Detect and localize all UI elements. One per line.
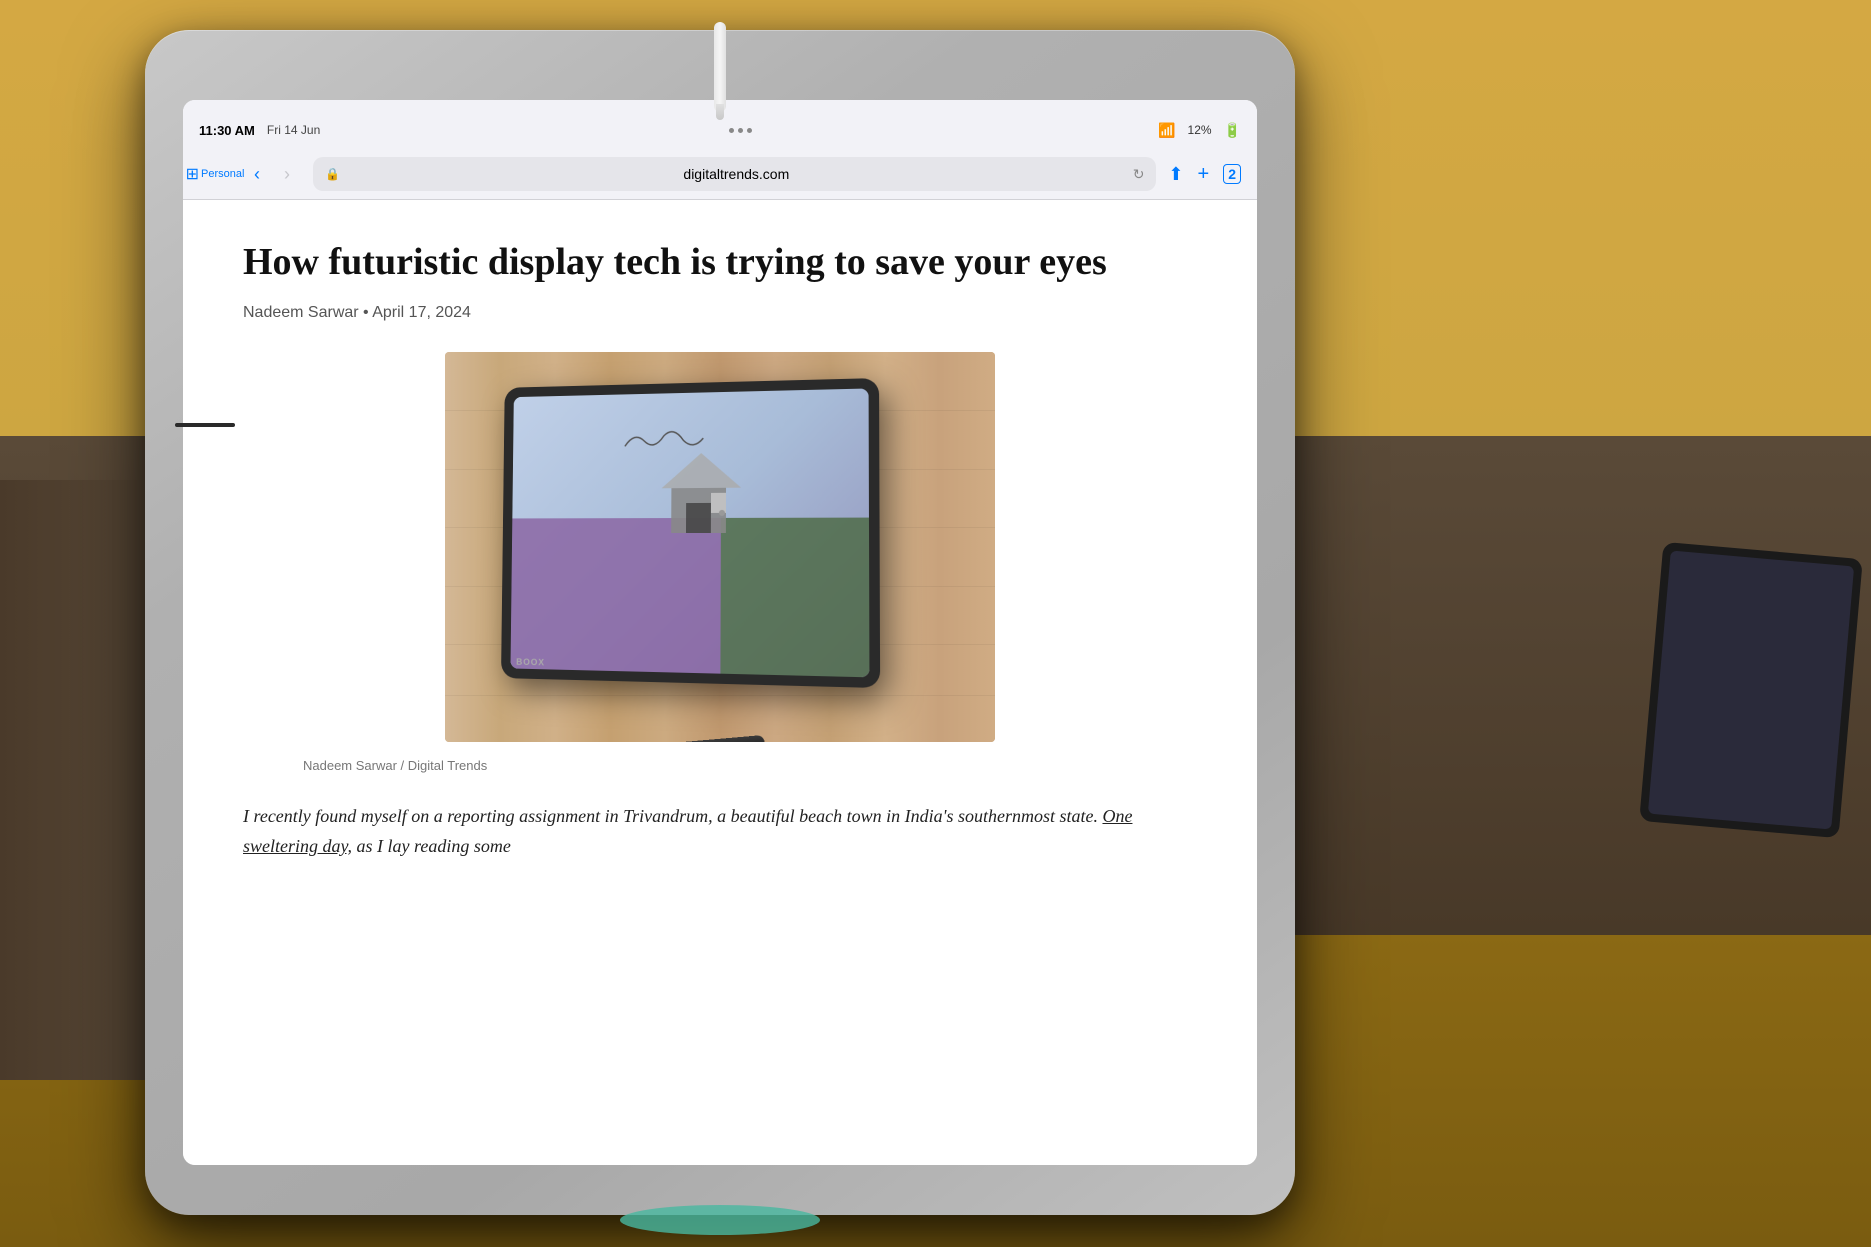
screen-green-area xyxy=(720,517,869,677)
ipad-device: 11:30 AM Fri 14 Jun 📶 12% 🔋 xyxy=(145,30,1295,1215)
boox-logo: BOOX xyxy=(516,656,545,667)
status-right: 📶 12% 🔋 xyxy=(1121,122,1241,139)
right-device xyxy=(1639,542,1863,838)
dot-1 xyxy=(729,128,734,133)
browser-actions: ⬆ + 2 xyxy=(1168,163,1241,186)
status-date: Fri 14 Jun xyxy=(267,123,320,137)
signature-svg xyxy=(615,419,733,460)
boox-screen xyxy=(510,388,869,677)
ipad-stand xyxy=(620,1205,820,1235)
grain-6 xyxy=(445,695,995,696)
screen-purple-area xyxy=(510,518,720,674)
lock-icon: 🔒 xyxy=(325,167,340,181)
url-text: digitaltrends.com xyxy=(348,166,1125,182)
reload-icon[interactable]: ↻ xyxy=(1133,166,1145,183)
battery-level: 12% xyxy=(1188,123,1212,137)
dot-3 xyxy=(747,128,752,133)
article-byline: Nadeem Sarwar • April 17, 2024 xyxy=(243,304,1197,322)
article-image-placeholder: BOOX xyxy=(445,352,995,742)
image-caption: Nadeem Sarwar / Digital Trends xyxy=(243,758,1197,773)
right-device-screen xyxy=(1648,550,1854,829)
status-left: 11:30 AM Fri 14 Jun xyxy=(199,123,359,138)
article-image: BOOX xyxy=(445,352,995,742)
article-body: I recently found myself on a reporting a… xyxy=(243,801,1197,862)
device-cable xyxy=(175,423,235,427)
top-center xyxy=(359,128,1121,133)
window-dots xyxy=(729,128,752,133)
forward-button[interactable]: › xyxy=(273,160,301,188)
sidebar-button[interactable]: ⊞ Personal xyxy=(199,158,231,190)
tabs-overview-button[interactable]: 2 xyxy=(1223,164,1241,184)
apple-pencil xyxy=(714,22,726,112)
sidebar-icon: ⊞ xyxy=(186,164,199,184)
dot-2 xyxy=(738,128,743,133)
wifi-indicator: 📶 xyxy=(1158,122,1175,139)
status-time: 11:30 AM xyxy=(199,123,255,138)
navigation-arrows: ‹ › xyxy=(243,160,301,188)
article-body-text: I recently found myself on a reporting a… xyxy=(243,806,1132,857)
house-svg xyxy=(657,447,747,538)
pencil-tip xyxy=(716,104,724,120)
url-bar[interactable]: 🔒 digitaltrends.com ↻ xyxy=(313,157,1156,191)
nav-bar: ⊞ Personal ‹ › 🔒 digitaltrends.com ↻ ⬆ xyxy=(183,150,1257,198)
new-tab-button[interactable]: + xyxy=(1198,163,1210,186)
ipad-screen: 11:30 AM Fri 14 Jun 📶 12% 🔋 xyxy=(183,100,1257,1165)
profile-label: Personal xyxy=(201,168,244,180)
battery-icon: 🔋 xyxy=(1224,122,1241,139)
web-content: How futuristic display tech is trying to… xyxy=(183,200,1257,1165)
ipad-body: 11:30 AM Fri 14 Jun 📶 12% 🔋 xyxy=(145,30,1295,1215)
share-button[interactable]: ⬆ xyxy=(1168,164,1183,185)
boox-tablet: BOOX xyxy=(501,378,880,688)
back-button[interactable]: ‹ xyxy=(243,160,271,188)
article-title: How futuristic display tech is trying to… xyxy=(243,240,1197,286)
underlined-text: One sweltering day, xyxy=(243,806,1132,857)
